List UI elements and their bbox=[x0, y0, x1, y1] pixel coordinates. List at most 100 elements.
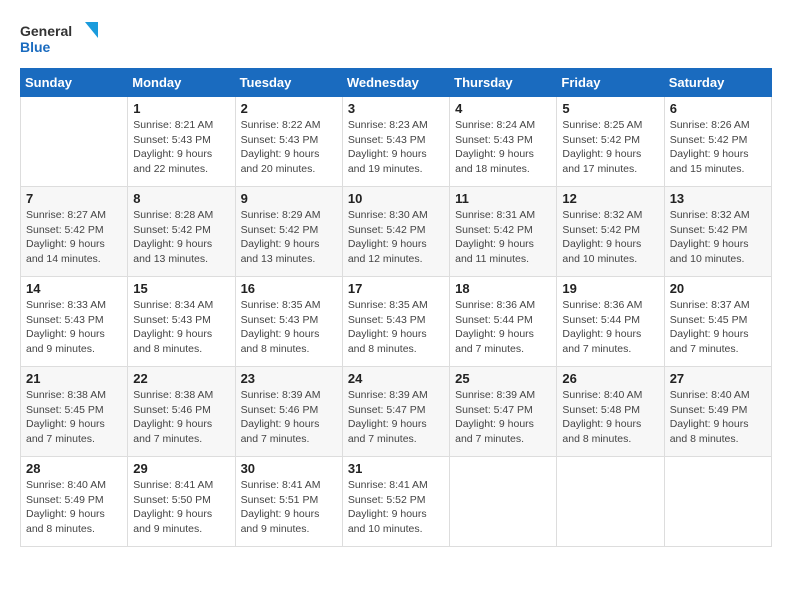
day-info: Sunrise: 8:24 AMSunset: 5:43 PMDaylight:… bbox=[455, 118, 551, 177]
svg-text:Blue: Blue bbox=[20, 39, 51, 55]
calendar-cell: 17Sunrise: 8:35 AMSunset: 5:43 PMDayligh… bbox=[342, 277, 449, 367]
calendar-week-3: 14 Sunrise: 8:33 AMSunset: 5:43 PMDayligh… bbox=[21, 277, 772, 367]
day-info: Sunrise: 8:39 AMSunset: 5:46 PMDaylight:… bbox=[241, 388, 337, 447]
day-number: 25 bbox=[455, 371, 551, 386]
header-thursday: Thursday bbox=[450, 69, 557, 97]
calendar-cell: 28 Sunrise: 8:40 AMSunset: 5:49 PMDayligh… bbox=[21, 457, 128, 547]
calendar-cell: 30 Sunrise: 8:41 AMSunset: 5:51 PMDayligh… bbox=[235, 457, 342, 547]
day-info: Sunrise: 8:21 AMSunset: 5:43 PMDaylight:… bbox=[133, 118, 229, 177]
page-header: General Blue bbox=[20, 20, 772, 62]
calendar-cell: 15 Sunrise: 8:34 AMSunset: 5:43 PMDayligh… bbox=[128, 277, 235, 367]
calendar-cell bbox=[664, 457, 771, 547]
day-info: Sunrise: 8:26 AMSunset: 5:42 PMDaylight:… bbox=[670, 118, 766, 177]
calendar-cell: 9Sunrise: 8:29 AMSunset: 5:42 PMDaylight… bbox=[235, 187, 342, 277]
header-tuesday: Tuesday bbox=[235, 69, 342, 97]
header-saturday: Saturday bbox=[664, 69, 771, 97]
day-info: Sunrise: 8:41 AMSunset: 5:50 PMDaylight:… bbox=[133, 478, 229, 537]
day-number: 24 bbox=[348, 371, 444, 386]
day-info: Sunrise: 8:40 AMSunset: 5:49 PMDaylight:… bbox=[26, 478, 122, 537]
day-number: 7 bbox=[26, 191, 122, 206]
day-number: 29 bbox=[133, 461, 229, 476]
day-info: Sunrise: 8:33 AMSunset: 5:43 PMDaylight:… bbox=[26, 298, 122, 357]
day-number: 16 bbox=[241, 281, 337, 296]
calendar-cell: 6 Sunrise: 8:26 AMSunset: 5:42 PMDaylight… bbox=[664, 97, 771, 187]
calendar-cell: 3 Sunrise: 8:23 AMSunset: 5:43 PMDaylight… bbox=[342, 97, 449, 187]
calendar-cell: 26 Sunrise: 8:40 AMSunset: 5:48 PMDayligh… bbox=[557, 367, 664, 457]
day-info: Sunrise: 8:36 AMSunset: 5:44 PMDaylight:… bbox=[455, 298, 551, 357]
calendar-cell: 16Sunrise: 8:35 AMSunset: 5:43 PMDayligh… bbox=[235, 277, 342, 367]
day-number: 22 bbox=[133, 371, 229, 386]
day-info: Sunrise: 8:39 AMSunset: 5:47 PMDaylight:… bbox=[455, 388, 551, 447]
day-info: Sunrise: 8:40 AMSunset: 5:49 PMDaylight:… bbox=[670, 388, 766, 447]
day-number: 11 bbox=[455, 191, 551, 206]
calendar-header-row: SundayMondayTuesdayWednesdayThursdayFrid… bbox=[21, 69, 772, 97]
logo: General Blue bbox=[20, 20, 100, 62]
day-number: 5 bbox=[562, 101, 658, 116]
day-number: 12 bbox=[562, 191, 658, 206]
calendar-cell: 14 Sunrise: 8:33 AMSunset: 5:43 PMDayligh… bbox=[21, 277, 128, 367]
day-info: Sunrise: 8:25 AMSunset: 5:42 PMDaylight:… bbox=[562, 118, 658, 177]
calendar-cell: 2 Sunrise: 8:22 AMSunset: 5:43 PMDaylight… bbox=[235, 97, 342, 187]
day-info: Sunrise: 8:30 AMSunset: 5:42 PMDaylight:… bbox=[348, 208, 444, 267]
calendar-cell: 31 Sunrise: 8:41 AMSunset: 5:52 PMDayligh… bbox=[342, 457, 449, 547]
day-number: 27 bbox=[670, 371, 766, 386]
day-number: 3 bbox=[348, 101, 444, 116]
day-info: Sunrise: 8:22 AMSunset: 5:43 PMDaylight:… bbox=[241, 118, 337, 177]
day-number: 28 bbox=[26, 461, 122, 476]
day-info: Sunrise: 8:38 AMSunset: 5:45 PMDaylight:… bbox=[26, 388, 122, 447]
calendar-cell: 13Sunrise: 8:32 AMSunset: 5:42 PMDayligh… bbox=[664, 187, 771, 277]
calendar-cell: 5 Sunrise: 8:25 AMSunset: 5:42 PMDaylight… bbox=[557, 97, 664, 187]
day-info: Sunrise: 8:36 AMSunset: 5:44 PMDaylight:… bbox=[562, 298, 658, 357]
day-number: 26 bbox=[562, 371, 658, 386]
day-info: Sunrise: 8:34 AMSunset: 5:43 PMDaylight:… bbox=[133, 298, 229, 357]
day-info: Sunrise: 8:41 AMSunset: 5:52 PMDaylight:… bbox=[348, 478, 444, 537]
calendar-cell bbox=[450, 457, 557, 547]
calendar-week-4: 21Sunrise: 8:38 AMSunset: 5:45 PMDayligh… bbox=[21, 367, 772, 457]
day-number: 1 bbox=[133, 101, 229, 116]
day-info: Sunrise: 8:40 AMSunset: 5:48 PMDaylight:… bbox=[562, 388, 658, 447]
calendar-cell: 22 Sunrise: 8:38 AMSunset: 5:46 PMDayligh… bbox=[128, 367, 235, 457]
day-number: 2 bbox=[241, 101, 337, 116]
calendar-cell: 20 Sunrise: 8:37 AMSunset: 5:45 PMDayligh… bbox=[664, 277, 771, 367]
calendar-week-1: 1 Sunrise: 8:21 AMSunset: 5:43 PMDaylight… bbox=[21, 97, 772, 187]
day-info: Sunrise: 8:32 AMSunset: 5:42 PMDaylight:… bbox=[562, 208, 658, 267]
calendar-cell: 4Sunrise: 8:24 AMSunset: 5:43 PMDaylight… bbox=[450, 97, 557, 187]
day-number: 20 bbox=[670, 281, 766, 296]
calendar-table: SundayMondayTuesdayWednesdayThursdayFrid… bbox=[20, 68, 772, 547]
day-number: 30 bbox=[241, 461, 337, 476]
calendar-week-5: 28 Sunrise: 8:40 AMSunset: 5:49 PMDayligh… bbox=[21, 457, 772, 547]
day-info: Sunrise: 8:41 AMSunset: 5:51 PMDaylight:… bbox=[241, 478, 337, 537]
day-info: Sunrise: 8:37 AMSunset: 5:45 PMDaylight:… bbox=[670, 298, 766, 357]
day-number: 18 bbox=[455, 281, 551, 296]
calendar-cell: 8 Sunrise: 8:28 AMSunset: 5:42 PMDaylight… bbox=[128, 187, 235, 277]
day-info: Sunrise: 8:27 AMSunset: 5:42 PMDaylight:… bbox=[26, 208, 122, 267]
day-number: 13 bbox=[670, 191, 766, 206]
day-number: 15 bbox=[133, 281, 229, 296]
header-friday: Friday bbox=[557, 69, 664, 97]
calendar-cell: 11Sunrise: 8:31 AMSunset: 5:42 PMDayligh… bbox=[450, 187, 557, 277]
day-info: Sunrise: 8:39 AMSunset: 5:47 PMDaylight:… bbox=[348, 388, 444, 447]
calendar-cell: 21Sunrise: 8:38 AMSunset: 5:45 PMDayligh… bbox=[21, 367, 128, 457]
day-number: 6 bbox=[670, 101, 766, 116]
header-monday: Monday bbox=[128, 69, 235, 97]
day-info: Sunrise: 8:38 AMSunset: 5:46 PMDaylight:… bbox=[133, 388, 229, 447]
day-number: 23 bbox=[241, 371, 337, 386]
day-number: 10 bbox=[348, 191, 444, 206]
day-info: Sunrise: 8:23 AMSunset: 5:43 PMDaylight:… bbox=[348, 118, 444, 177]
day-info: Sunrise: 8:28 AMSunset: 5:42 PMDaylight:… bbox=[133, 208, 229, 267]
calendar-week-2: 7 Sunrise: 8:27 AMSunset: 5:42 PMDaylight… bbox=[21, 187, 772, 277]
calendar-cell: 10 Sunrise: 8:30 AMSunset: 5:42 PMDayligh… bbox=[342, 187, 449, 277]
day-number: 9 bbox=[241, 191, 337, 206]
calendar-cell bbox=[557, 457, 664, 547]
day-number: 14 bbox=[26, 281, 122, 296]
day-number: 31 bbox=[348, 461, 444, 476]
day-number: 19 bbox=[562, 281, 658, 296]
day-number: 8 bbox=[133, 191, 229, 206]
calendar-cell: 1 Sunrise: 8:21 AMSunset: 5:43 PMDaylight… bbox=[128, 97, 235, 187]
header-wednesday: Wednesday bbox=[342, 69, 449, 97]
calendar-cell: 24 Sunrise: 8:39 AMSunset: 5:47 PMDayligh… bbox=[342, 367, 449, 457]
header-sunday: Sunday bbox=[21, 69, 128, 97]
calendar-cell: 23 Sunrise: 8:39 AMSunset: 5:46 PMDayligh… bbox=[235, 367, 342, 457]
day-number: 17 bbox=[348, 281, 444, 296]
calendar-cell: 12 Sunrise: 8:32 AMSunset: 5:42 PMDayligh… bbox=[557, 187, 664, 277]
